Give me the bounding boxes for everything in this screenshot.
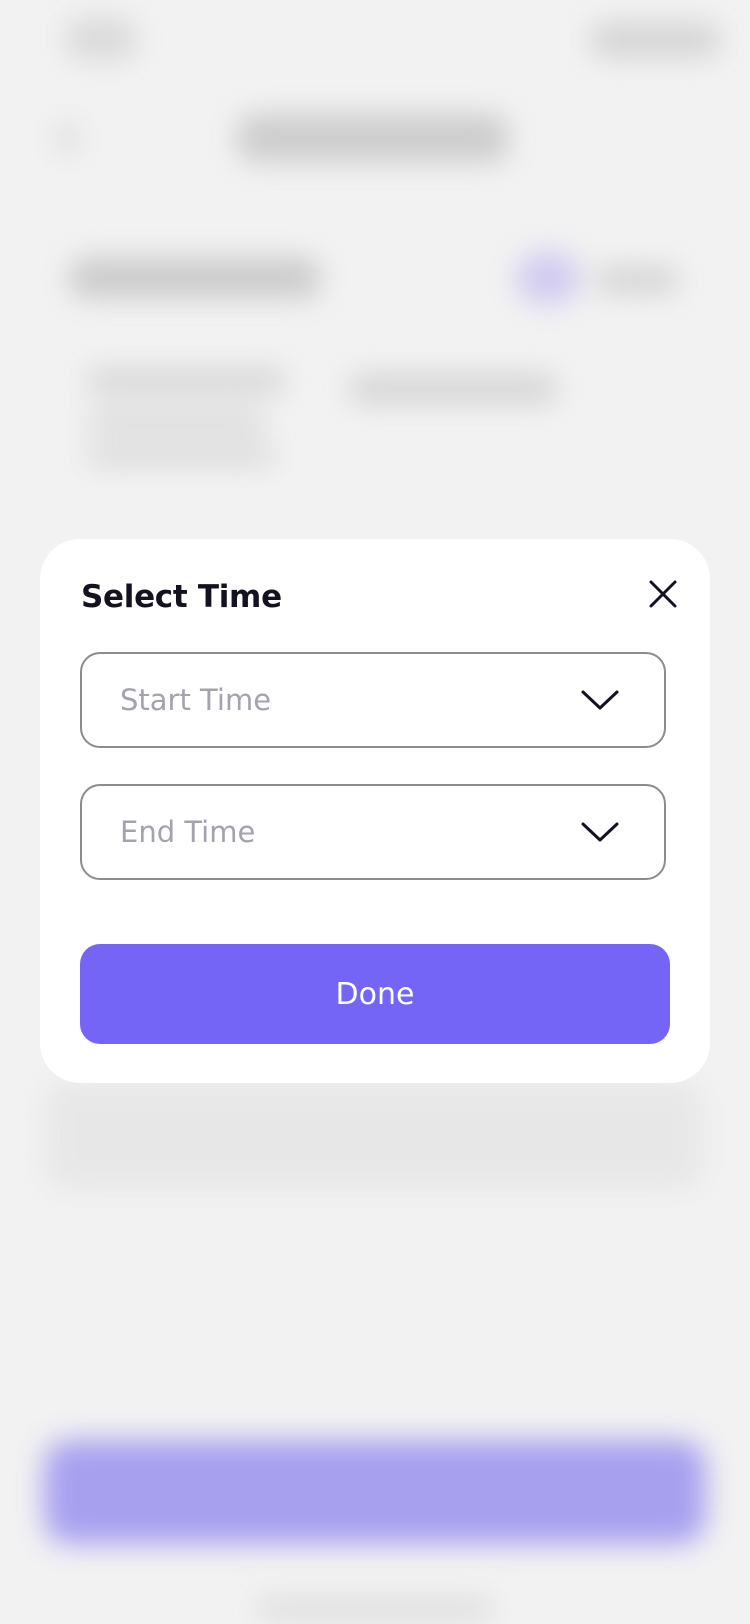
modal-title: Select Time [81,579,282,615]
blurred-section-label [70,258,320,298]
blurred-status-time [66,18,136,60]
blurred-page-title [238,114,508,162]
chevron-down-icon [581,822,619,842]
chevron-down-icon [581,690,619,710]
blurred-text-line [86,368,286,394]
done-button-label: Done [335,976,415,1012]
home-indicator [256,1598,494,1620]
blurred-toggle [516,252,580,304]
done-button[interactable]: Done [80,944,670,1044]
blurred-card [44,1080,704,1190]
end-time-placeholder: End Time [120,815,256,849]
select-time-modal: Select Time Start Time End Time Done [40,539,710,1083]
close-icon [649,580,677,608]
blurred-text-line [348,374,558,404]
end-time-select[interactable]: End Time [80,784,666,880]
blurred-text-line [86,410,266,432]
start-time-select[interactable]: Start Time [80,652,666,748]
blurred-back-button [54,120,80,156]
blurred-toggle-label [594,266,680,294]
start-time-placeholder: Start Time [120,683,272,717]
blurred-primary-button [44,1440,706,1544]
blurred-text-line [86,444,276,466]
close-button[interactable] [640,571,686,617]
blurred-status-icons [590,22,720,58]
